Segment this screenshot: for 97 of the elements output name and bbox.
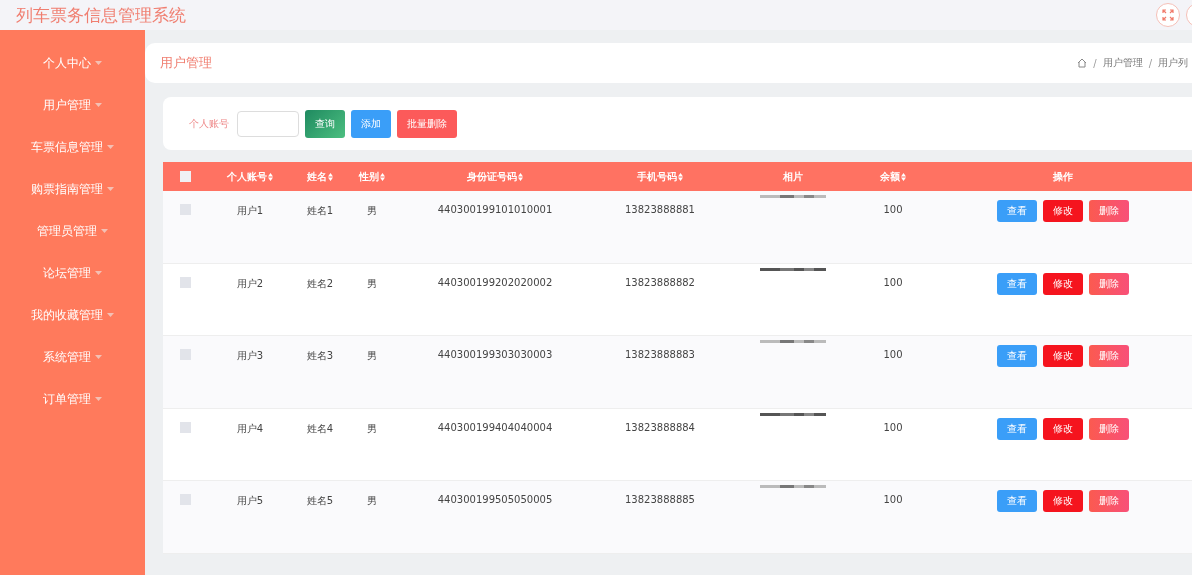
delete-button[interactable]: 批量删除 (397, 109, 457, 138)
table-cell: 440300199303030003 (437, 349, 553, 360)
sidebar-item[interactable]: 论坛管理 (0, 252, 145, 294)
table-cell: 用户2 (236, 276, 264, 291)
sort-icon[interactable] (268, 172, 273, 181)
edit-button[interactable]: 修改 (1043, 490, 1083, 512)
column-header: 手机号码 (637, 169, 677, 184)
sort-icon[interactable] (518, 172, 523, 181)
checkbox[interactable] (179, 421, 191, 433)
table-cell: 100 (883, 421, 903, 433)
sidebar-item[interactable]: 系统管理 (0, 336, 145, 378)
page-title: 用户管理 (160, 54, 212, 72)
table-cell: 13823888884 (625, 421, 695, 433)
caret-icon (107, 145, 114, 149)
delete-button[interactable]: 删除 (1089, 490, 1129, 512)
table-cell: 姓名3 (306, 349, 334, 363)
view-button[interactable]: 查看 (997, 200, 1037, 222)
table-cell: 100 (883, 494, 903, 505)
edit-button[interactable]: 修改 (1043, 200, 1083, 222)
delete-button[interactable]: 删除 (1089, 417, 1129, 440)
table-cell: 13823888885 (625, 494, 695, 505)
view-button[interactable]: 查看 (997, 272, 1037, 295)
sidebar-item[interactable]: 管理员管理 (0, 210, 145, 252)
delete-button[interactable]: 删除 (1089, 200, 1129, 222)
breadcrumb-separator: / (1148, 57, 1152, 69)
table-cell: 13823888882 (625, 276, 695, 288)
caret-icon (107, 313, 114, 317)
home-icon[interactable] (1077, 58, 1088, 68)
checkbox[interactable] (179, 204, 191, 215)
checkbox[interactable] (179, 349, 191, 360)
column-header: 相片 (783, 169, 803, 184)
add-button[interactable]: 添加 (351, 109, 391, 138)
sidebar-item[interactable]: 订单管理 (0, 378, 145, 420)
edit-button[interactable]: 修改 (1043, 345, 1083, 367)
sidebar-item[interactable]: 车票信息管理 (0, 126, 145, 168)
caret-icon (95, 397, 102, 401)
view-button[interactable]: 查看 (997, 417, 1037, 440)
breadcrumb-link[interactable]: 用户列 (1158, 56, 1188, 70)
sidebar-item[interactable]: 用户管理 (0, 84, 145, 126)
table-cell: 男 (367, 421, 377, 436)
table-cell: 440300199101010001 (437, 204, 553, 215)
column-header: 性别 (359, 169, 379, 184)
edit-button[interactable]: 修改 (1043, 272, 1083, 295)
table-cell: 440300199505050005 (437, 494, 553, 505)
search-button[interactable]: 查询 (305, 109, 345, 138)
view-button[interactable]: 查看 (997, 345, 1037, 367)
table-cell: 男 (367, 204, 377, 218)
table-cell: 100 (883, 204, 903, 215)
table-cell: 用户1 (236, 204, 264, 218)
delete-button[interactable]: 删除 (1089, 272, 1129, 295)
table-cell: 440300199404040004 (437, 421, 553, 433)
table-cell: 姓名4 (306, 421, 334, 436)
sort-icon[interactable] (380, 172, 385, 181)
checkbox[interactable] (179, 171, 191, 182)
sidebar-item[interactable]: 个人中心 (0, 42, 145, 84)
column-header: 余额 (880, 169, 900, 184)
checkbox[interactable] (179, 494, 191, 505)
sort-icon[interactable] (901, 172, 906, 181)
account-input[interactable] (237, 110, 299, 137)
view-button[interactable]: 查看 (997, 490, 1037, 512)
sort-icon[interactable] (678, 172, 683, 181)
caret-icon (95, 355, 102, 359)
table-cell: 男 (367, 349, 377, 363)
table-cell: 100 (883, 276, 903, 288)
table-cell: 姓名2 (306, 276, 334, 291)
sort-icon[interactable] (328, 172, 333, 181)
field-label: 个人账号 (189, 116, 229, 131)
table-cell: 用户3 (236, 349, 264, 363)
table-cell: 440300199202020002 (437, 276, 553, 288)
caret-icon (95, 61, 102, 65)
fullscreen-button[interactable] (1156, 3, 1180, 27)
table-cell: 13823888883 (625, 349, 695, 360)
delete-button[interactable]: 删除 (1089, 345, 1129, 367)
column-header: 姓名 (307, 169, 327, 184)
table-cell: 姓名5 (306, 494, 334, 508)
app-title: 列车票务信息管理系统 (16, 3, 186, 27)
table-cell: 男 (367, 276, 377, 291)
caret-icon (107, 187, 114, 191)
column-header: 个人账号 (227, 169, 267, 184)
breadcrumb-link[interactable]: 用户管理 (1102, 56, 1143, 70)
edit-button[interactable]: 修改 (1043, 417, 1083, 440)
column-header: 身份证号码 (467, 169, 517, 184)
sidebar-item[interactable]: 我的收藏管理 (0, 294, 145, 336)
breadcrumb-separator: / (1093, 57, 1097, 69)
caret-icon (95, 271, 102, 275)
caret-icon (95, 103, 102, 107)
sidebar-item[interactable]: 购票指南管理 (0, 168, 145, 210)
expand-icon (1162, 9, 1174, 21)
caret-icon (101, 229, 108, 233)
column-header: 操作 (1053, 169, 1073, 184)
table-cell: 用户4 (236, 421, 264, 436)
table-cell: 13823888881 (625, 204, 695, 215)
checkbox[interactable] (179, 276, 191, 288)
table-cell: 用户5 (236, 494, 264, 508)
table-cell: 男 (367, 494, 377, 508)
table-cell: 姓名1 (306, 204, 334, 218)
table-cell: 100 (883, 349, 903, 360)
